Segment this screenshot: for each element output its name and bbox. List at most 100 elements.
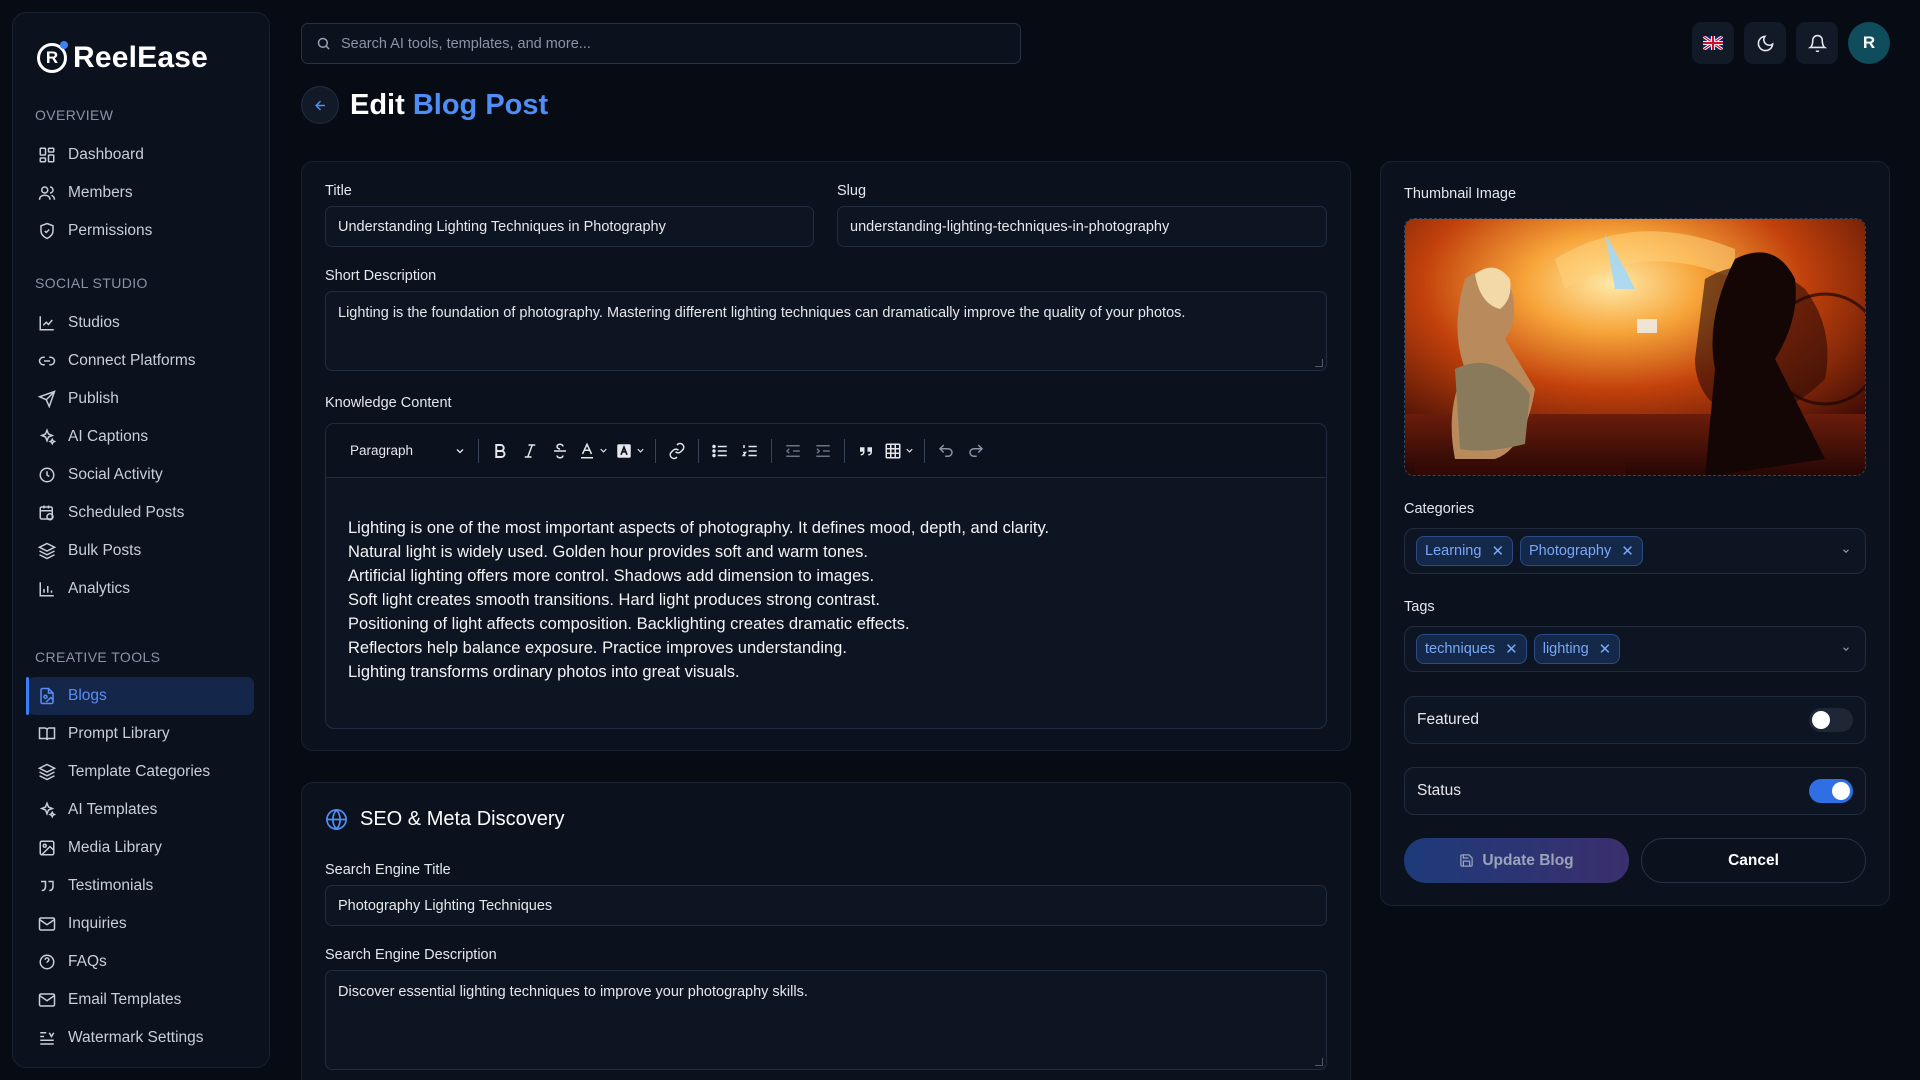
tag-chip[interactable]: techniques ✕ xyxy=(1416,634,1527,664)
sidebar-item-testimonials[interactable]: Testimonials xyxy=(28,867,254,905)
sidebar-item-label: FAQs xyxy=(68,953,107,970)
title-input[interactable]: Understanding Lighting Techniques in Pho… xyxy=(325,206,814,247)
language-button[interactable] xyxy=(1692,22,1734,64)
sidebar-item-prompt-library[interactable]: Prompt Library xyxy=(28,715,254,753)
sidebar-item-social-activity[interactable]: Social Activity xyxy=(28,456,254,494)
toggle-knob xyxy=(1812,711,1830,729)
sidebar-item-connect-platforms[interactable]: Connect Platforms xyxy=(28,342,254,380)
table-icon xyxy=(885,443,901,458)
rich-text-editor[interactable]: Paragraph Lighting is one of the most im… xyxy=(325,423,1327,729)
sidebar-item-scheduled-posts[interactable]: Scheduled Posts xyxy=(28,494,254,532)
search-bar[interactable] xyxy=(301,23,1021,64)
sidebar-item-template-categories[interactable]: Template Categories xyxy=(28,753,254,791)
undo-button[interactable] xyxy=(931,436,961,466)
nav-heading: CREATIVE TOOLS xyxy=(35,649,161,665)
user-avatar[interactable]: R xyxy=(1848,22,1890,64)
featured-toggle[interactable] xyxy=(1809,708,1853,732)
search-engine-description-textarea[interactable]: Discover essential lighting techniques t… xyxy=(325,970,1327,1070)
undo-icon xyxy=(938,443,953,457)
remove-chip-icon[interactable]: ✕ xyxy=(1621,542,1634,560)
editor-content[interactable]: Lighting is one of the most important as… xyxy=(326,478,1326,722)
thumbnail-image[interactable] xyxy=(1404,218,1866,476)
sidebar-item-publish[interactable]: Publish xyxy=(28,380,254,418)
italic-button[interactable] xyxy=(515,436,545,466)
text-color-icon xyxy=(581,441,593,458)
insert-table-button[interactable] xyxy=(881,436,918,466)
file-image-icon xyxy=(40,687,54,705)
sidebar-item-watermark-settings[interactable]: Watermark Settings xyxy=(28,1019,254,1057)
sidebar-item-studios[interactable]: Studios xyxy=(28,304,254,342)
moon-icon xyxy=(1757,34,1774,51)
category-chip[interactable]: Learning ✕ xyxy=(1416,536,1514,566)
outdent-icon xyxy=(785,444,800,457)
blockquote-button[interactable] xyxy=(851,436,881,466)
bullet-list-button[interactable] xyxy=(705,436,735,466)
sidebar-item-bulk-posts[interactable]: Bulk Posts xyxy=(28,532,254,570)
sidebar-item-label: Template Categories xyxy=(68,763,211,780)
tags-multiselect[interactable]: techniques ✕ lighting ✕ xyxy=(1404,626,1866,672)
resize-handle[interactable] xyxy=(1315,359,1323,367)
sparkles-icon xyxy=(39,428,56,446)
strikethrough-button[interactable] xyxy=(545,436,575,466)
send-icon xyxy=(38,390,56,408)
chevron-down-icon[interactable] xyxy=(1841,644,1851,654)
category-chip[interactable]: Photography ✕ xyxy=(1520,536,1643,566)
nav-heading: OVERVIEW xyxy=(35,107,114,123)
theme-toggle-button[interactable] xyxy=(1744,22,1786,64)
numbered-list-button[interactable] xyxy=(735,436,765,466)
sidebar-item-ai-templates[interactable]: AI Templates xyxy=(28,791,254,829)
categories-multiselect[interactable]: Learning ✕ Photography ✕ xyxy=(1404,528,1866,574)
editor-toolbar: Paragraph xyxy=(326,424,1326,478)
help-circle-icon xyxy=(39,954,55,970)
outdent-button[interactable] xyxy=(778,436,808,466)
sidebar-item-label: Bulk Posts xyxy=(68,542,142,559)
sidebar-item-permissions[interactable]: Permissions xyxy=(28,212,254,250)
sidebar-item-inquiries[interactable]: Inquiries xyxy=(28,905,254,943)
remove-chip-icon[interactable]: ✕ xyxy=(1491,542,1504,560)
chevron-down-icon[interactable] xyxy=(1841,546,1851,556)
short-description-textarea[interactable]: Lighting is the foundation of photograph… xyxy=(325,291,1327,371)
status-toggle[interactable] xyxy=(1809,779,1853,803)
tag-chip[interactable]: lighting ✕ xyxy=(1533,634,1621,664)
sidebar-item-email-templates[interactable]: Email Templates xyxy=(28,981,254,1019)
highlight-color-button[interactable] xyxy=(612,436,649,466)
sidebar-item-label: AI Captions xyxy=(68,428,149,445)
update-blog-button[interactable]: Update Blog xyxy=(1404,838,1629,883)
redo-button[interactable] xyxy=(961,436,991,466)
sidebar-item-label: Email Templates xyxy=(68,991,182,1008)
back-button[interactable] xyxy=(301,86,339,124)
bold-button[interactable] xyxy=(485,436,515,466)
content-paragraph: Artificial lighting offers more control.… xyxy=(348,567,875,585)
search-engine-title-label: Search Engine Title xyxy=(325,862,451,878)
insert-link-button[interactable] xyxy=(662,436,692,466)
remove-chip-icon[interactable]: ✕ xyxy=(1599,640,1612,658)
sidebar-item-faqs[interactable]: FAQs xyxy=(28,943,254,981)
text-color-button[interactable] xyxy=(575,436,612,466)
strikethrough-icon xyxy=(554,443,566,458)
brand-logo[interactable]: R ReelEase xyxy=(37,41,208,75)
sidebar-item-members[interactable]: Members xyxy=(28,174,254,212)
book-open-icon xyxy=(38,727,56,741)
quote-icon xyxy=(860,446,872,455)
featured-label: Featured xyxy=(1417,711,1480,728)
notifications-button[interactable] xyxy=(1796,22,1838,64)
cancel-button[interactable]: Cancel xyxy=(1641,838,1866,883)
indent-button[interactable] xyxy=(808,436,838,466)
sidebar-item-analytics[interactable]: Analytics xyxy=(28,570,254,608)
search-engine-title-input[interactable]: Photography Lighting Techniques xyxy=(325,885,1327,926)
content-paragraph: Reflectors help balance exposure. Practi… xyxy=(348,639,847,657)
sidebar-item-ai-captions[interactable]: AI Captions xyxy=(28,418,254,456)
highlight-icon xyxy=(617,443,631,458)
block-format-select[interactable]: Paragraph xyxy=(344,436,472,466)
sidebar-item-label: Members xyxy=(68,184,133,201)
search-input[interactable] xyxy=(341,35,981,52)
status-label: Status xyxy=(1417,782,1461,799)
resize-handle[interactable] xyxy=(1315,1058,1323,1066)
shield-icon xyxy=(40,222,54,240)
slug-input[interactable]: understanding-lighting-techniques-in-pho… xyxy=(837,206,1327,247)
sidebar-item-media-library[interactable]: Media Library xyxy=(28,829,254,867)
sidebar-item-dashboard[interactable]: Dashboard xyxy=(28,136,254,174)
remove-chip-icon[interactable]: ✕ xyxy=(1505,640,1518,658)
save-icon xyxy=(1460,854,1474,867)
sidebar-item-blogs[interactable]: Blogs xyxy=(26,677,254,715)
